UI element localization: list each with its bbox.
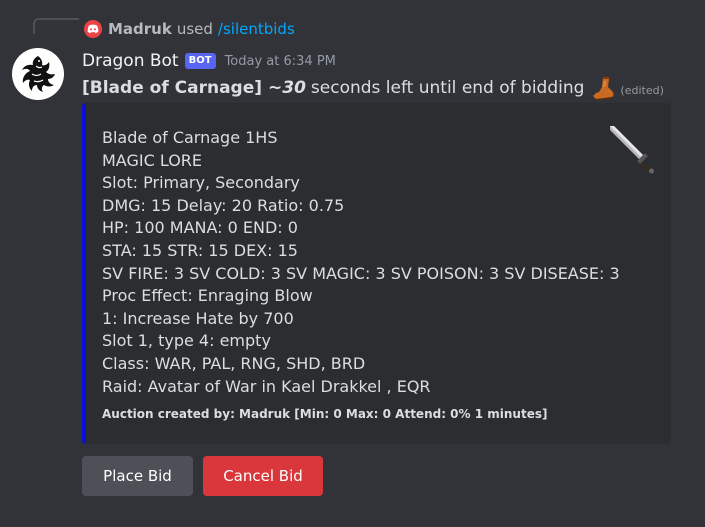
- embed-line: Slot 1, type 4: empty: [102, 331, 271, 351]
- reply-action: used: [176, 20, 213, 38]
- cancel-bid-button[interactable]: Cancel Bid: [203, 456, 323, 496]
- embed-line: Slot: Primary, Secondary: [102, 173, 300, 193]
- embed-line: 1: Increase Hate by 700: [102, 308, 294, 328]
- embed-description: Blade of Carnage 1HS MAGIC LORE Slot: Pr…: [102, 127, 620, 398]
- place-bid-button[interactable]: Place Bid: [82, 456, 193, 496]
- message-content: [Blade of Carnage] ~30 seconds left unti…: [82, 75, 664, 101]
- command-reply: Madruk used /silentbids: [84, 19, 295, 39]
- reply-username[interactable]: Madruk: [108, 20, 172, 38]
- sword-icon[interactable]: [606, 123, 658, 175]
- embed-line: Raid: Avatar of War in Kael Drakkel , EQ…: [102, 376, 431, 396]
- embed-line: DMG: 15 Delay: 20 Ratio: 0.75: [102, 195, 345, 215]
- item-name: [Blade of Carnage]: [82, 78, 263, 98]
- bot-name[interactable]: Dragon Bot: [82, 51, 179, 71]
- reply-command[interactable]: /silentbids: [218, 20, 295, 38]
- reply-connector: [33, 18, 79, 34]
- embed-line: Proc Effect: Enraging Blow: [102, 286, 313, 306]
- seconds-left: ~30: [268, 78, 306, 98]
- embed-line: STA: 15 STR: 15 DEX: 15: [102, 240, 298, 260]
- bot-avatar[interactable]: [12, 48, 64, 100]
- bot-tag: BOT: [184, 53, 216, 69]
- message-text: seconds left until end of bidding: [310, 78, 585, 98]
- embed-line: Blade of Carnage 1HS: [102, 128, 278, 147]
- auction-embed: Blade of Carnage 1HS MAGIC LORE Slot: Pr…: [82, 103, 671, 444]
- embed-line: HP: 100 MANA: 0 END: 0: [102, 218, 298, 238]
- embed-line: Class: WAR, PAL, RNG, SHD, BRD: [102, 353, 366, 373]
- dragon-icon: [22, 56, 55, 92]
- embed-line: MAGIC LORE: [102, 150, 203, 170]
- timestamp: Today at 6:34 PM: [224, 53, 336, 69]
- message-header: Dragon Bot BOT Today at 6:34 PM: [82, 49, 336, 73]
- edited-label: (edited): [620, 83, 664, 97]
- discord-icon[interactable]: [84, 20, 102, 38]
- boot-icon: [590, 75, 616, 101]
- embed-footer: Auction created by: Madruk [Min: 0 Max: …: [102, 407, 548, 421]
- embed-line: SV FIRE: 3 SV COLD: 3 SV MAGIC: 3 SV POI…: [102, 263, 620, 283]
